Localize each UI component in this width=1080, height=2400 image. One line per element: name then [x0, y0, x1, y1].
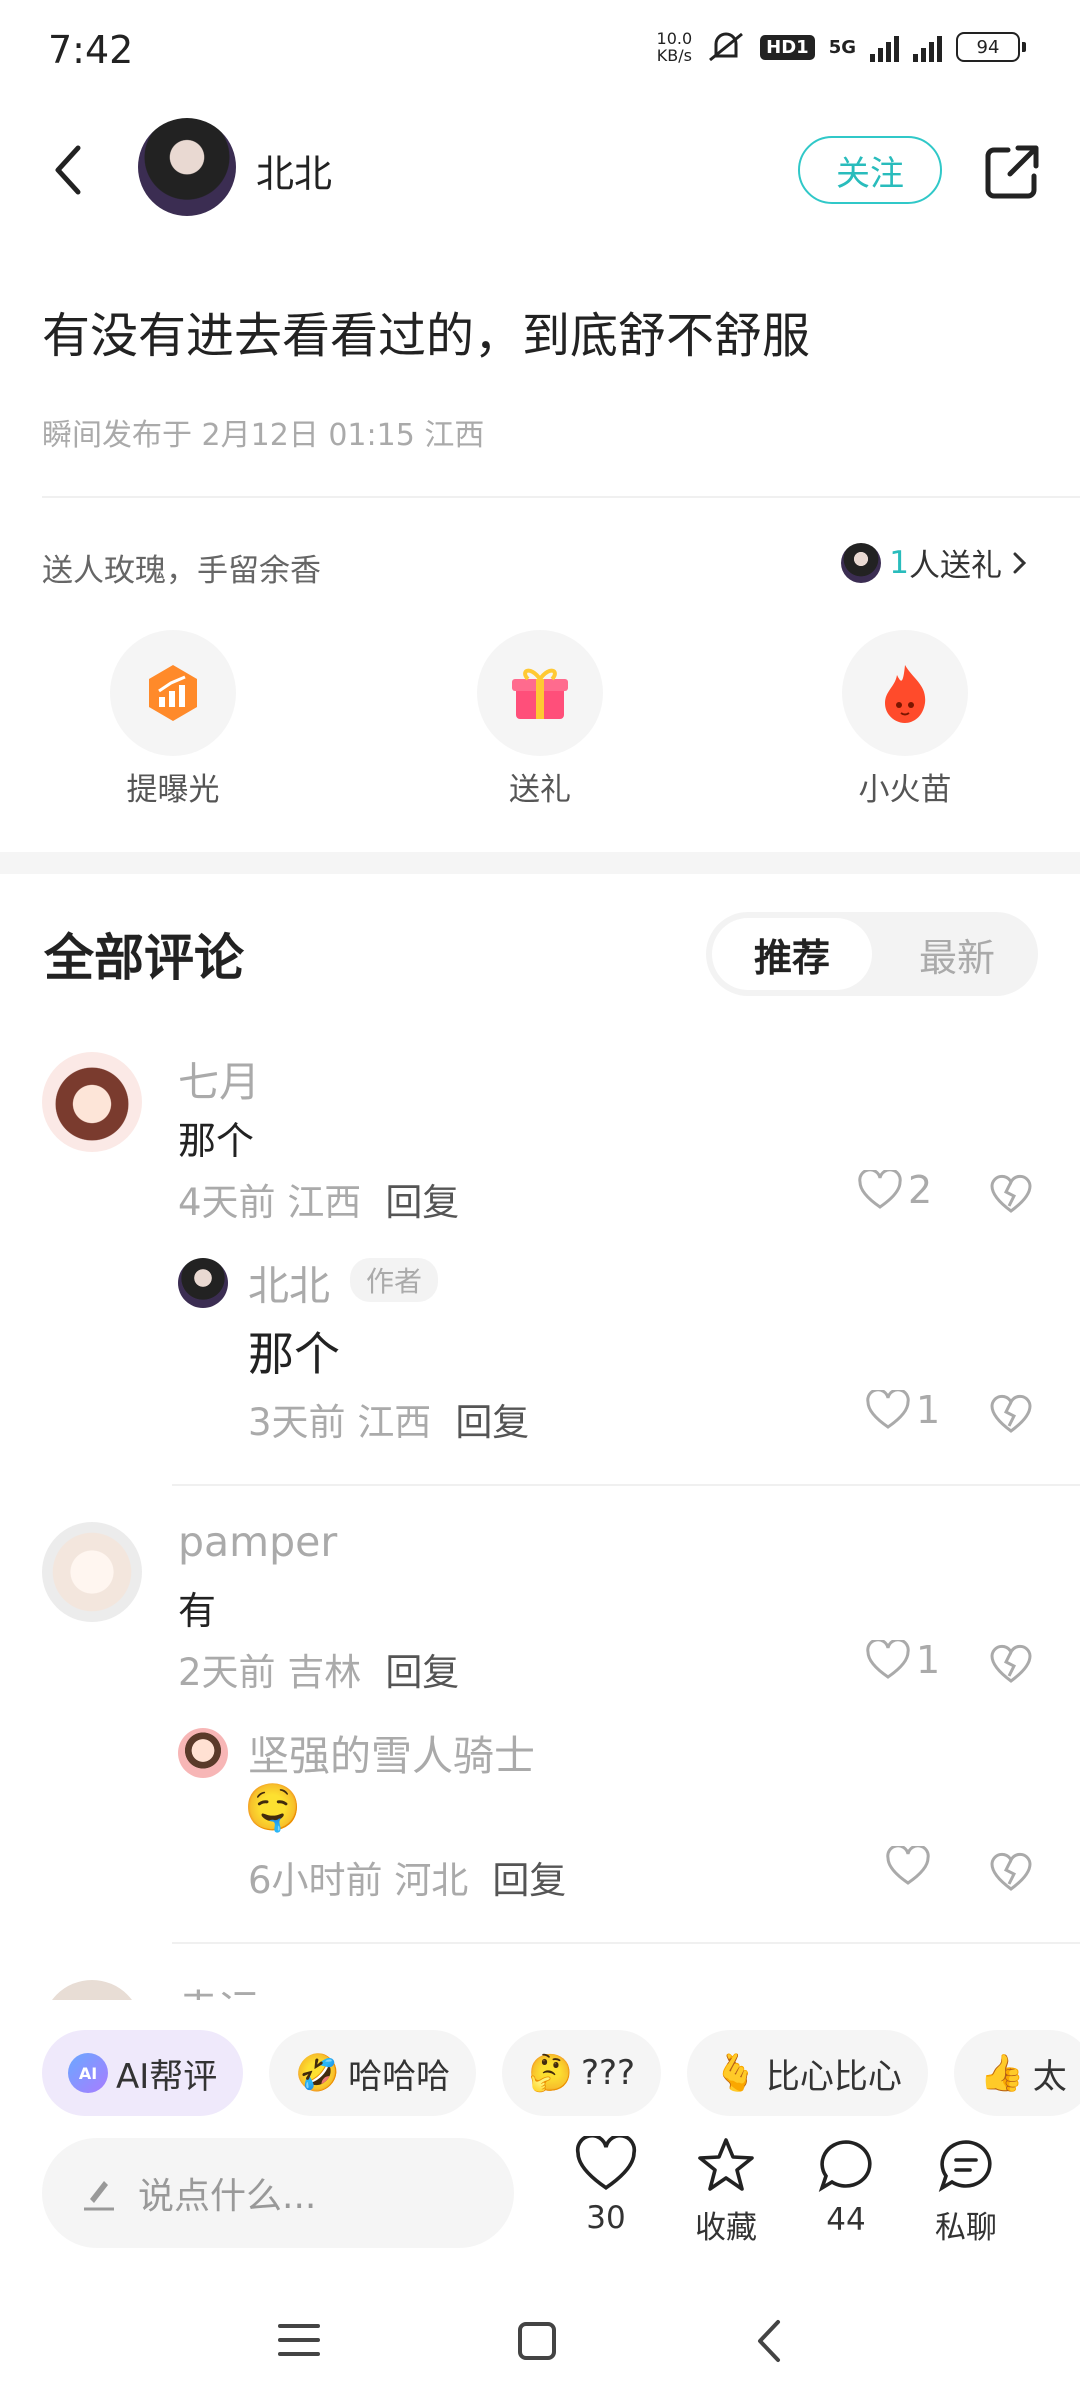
net-type: 5G: [828, 36, 856, 58]
like-post-button[interactable]: 30: [556, 2133, 656, 2236]
author-avatar[interactable]: [138, 118, 236, 216]
reply-avatar[interactable]: [178, 1728, 228, 1778]
author-name[interactable]: 北北: [256, 143, 332, 198]
ai-icon: AI: [68, 2053, 108, 2093]
pen-icon: [84, 2181, 114, 2211]
battery-icon: 94: [956, 32, 1026, 62]
heart-icon: [575, 2133, 637, 2191]
nav-back-icon[interactable]: [754, 2318, 784, 2364]
reply-meta: 6小时前 河北 回复: [248, 1859, 567, 1902]
post-title: 有没有进去看看过的，到底舒不舒服: [42, 308, 811, 364]
section-separator: [0, 852, 1080, 874]
comment-bubble-icon: [818, 2140, 872, 2193]
divider: [172, 1484, 1080, 1486]
comment-count-button[interactable]: 44: [796, 2136, 896, 2238]
divider: [42, 496, 1080, 498]
flame-button[interactable]: 小火苗: [840, 630, 970, 809]
dislike-icon[interactable]: [990, 1644, 1032, 1684]
commenter-avatar[interactable]: [42, 1522, 142, 1622]
like-button[interactable]: 1: [866, 1638, 940, 1682]
tab-latest[interactable]: 最新: [884, 918, 1030, 990]
like-button[interactable]: [886, 1846, 936, 1886]
hd-badge: HD1: [760, 34, 815, 60]
quick-reply-chip[interactable]: 🤔???: [502, 2030, 662, 2116]
menu-icon[interactable]: [276, 2320, 322, 2360]
send-gift-button[interactable]: 送礼: [475, 630, 605, 809]
dislike-icon[interactable]: [990, 1174, 1032, 1214]
gift-count-link[interactable]: 1 人送礼: [841, 540, 1030, 585]
quick-reply-chip[interactable]: 🤣 哈哈哈: [269, 2030, 477, 2116]
reply-name[interactable]: 北北: [248, 1252, 330, 1312]
reply-button[interactable]: 回复: [492, 1859, 566, 1902]
gift-hint: 送人玫瑰，手留余香: [42, 553, 321, 589]
comment-meta: 4天前 江西 回复: [178, 1181, 460, 1224]
comment-input-placeholder: 说点什么...: [138, 2176, 317, 2217]
heart-icon: [866, 1640, 910, 1679]
mute-icon: [709, 32, 744, 62]
exposure-button[interactable]: 提曝光: [108, 630, 238, 809]
commenter-avatar[interactable]: [42, 1052, 142, 1152]
reply-name[interactable]: 坚强的雪人骑士: [248, 1722, 535, 1782]
net-speed: 10.0 KB/s: [656, 29, 693, 65]
gift-icon: [512, 668, 568, 719]
signal-icon-2: [913, 32, 942, 62]
comments-title: 全部评论: [44, 929, 244, 987]
system-nav-bar: [0, 2300, 1080, 2400]
reply-emoji[interactable]: 🤤: [244, 1780, 301, 1835]
star-icon: [698, 2138, 754, 2191]
comment-meta: 2天前 吉林 回复: [178, 1651, 460, 1694]
comment-text[interactable]: 那个: [178, 1110, 254, 1165]
divider: [172, 1942, 1080, 1944]
reply-meta: 3天前 江西 回复: [248, 1401, 530, 1444]
ai-comment-chip[interactable]: AI AI帮评: [42, 2030, 244, 2116]
reply-button[interactable]: 回复: [455, 1401, 529, 1444]
favorite-button[interactable]: 收藏: [676, 2136, 776, 2247]
reply-avatar[interactable]: [178, 1258, 228, 1308]
like-button[interactable]: 1: [866, 1388, 940, 1432]
quick-reply-bar: AI AI帮评 🤣 哈哈哈 🤔??? 🫰 比心比心 👍 太: [42, 2030, 1080, 2116]
reply-button[interactable]: 回复: [385, 1181, 459, 1224]
signal-icon: [870, 32, 899, 62]
chat-icon: [938, 2140, 992, 2193]
back-icon[interactable]: [48, 140, 88, 200]
reply-button[interactable]: 回复: [385, 1651, 459, 1694]
quick-reply-chip[interactable]: 👍 太: [953, 2030, 1080, 2116]
home-icon[interactable]: [516, 2320, 558, 2362]
exposure-icon: [149, 665, 197, 721]
like-button[interactable]: 2: [858, 1168, 932, 1212]
post-meta: 瞬间发布于 2月12日 01:15 江西: [42, 418, 485, 453]
comment-text[interactable]: 有: [178, 1580, 216, 1635]
quick-reply-chip[interactable]: 🫰 比心比心: [687, 2030, 928, 2116]
gifter-avatar: [841, 542, 882, 583]
heart-icon: [866, 1390, 910, 1429]
author-tag: 作者: [350, 1258, 439, 1302]
commenter-name[interactable]: 幸运: [178, 1976, 260, 2000]
comment-peek: 幸运: [0, 1970, 1080, 2000]
comment-input[interactable]: 说点什么...: [42, 2138, 514, 2248]
share-icon[interactable]: [980, 140, 1044, 204]
private-chat-button[interactable]: 私聊: [916, 2136, 1016, 2247]
heart-icon: [886, 1846, 930, 1885]
dislike-icon[interactable]: [990, 1394, 1032, 1434]
reply-text[interactable]: 那个: [248, 1318, 340, 1384]
status-bar: 7:42 10.0 KB/s HD1 5G 94: [0, 0, 1080, 100]
dislike-icon[interactable]: [990, 1852, 1032, 1892]
tab-recommend[interactable]: 推荐: [712, 918, 872, 990]
commenter-name[interactable]: pamper: [178, 1518, 337, 1566]
heart-icon: [858, 1170, 902, 1209]
flame-icon: [885, 665, 926, 723]
commenter-name[interactable]: 七月: [178, 1048, 260, 1108]
status-icons: 10.0 KB/s HD1 5G 94: [656, 29, 1026, 65]
status-time: 7:42: [48, 28, 134, 72]
commenter-avatar[interactable]: [42, 1980, 142, 2000]
follow-button[interactable]: 关注: [798, 136, 942, 204]
chevron-right-icon: [1013, 552, 1027, 573]
gift-count-suffix: 人送礼: [909, 548, 1002, 584]
gift-count: 1: [889, 544, 909, 581]
